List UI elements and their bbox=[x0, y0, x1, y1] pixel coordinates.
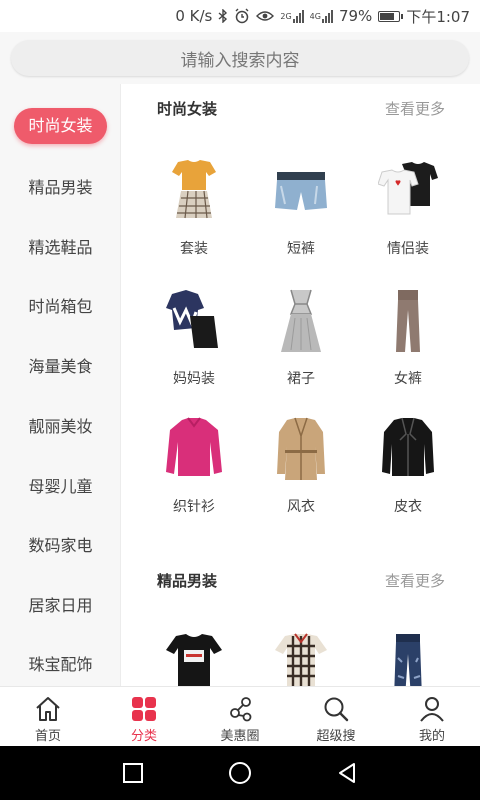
home-icon bbox=[36, 697, 60, 721]
sidebar-item-women[interactable]: 时尚女装 bbox=[0, 106, 121, 146]
category-grid-icon bbox=[132, 697, 156, 721]
share-circle-icon bbox=[230, 697, 252, 722]
see-more-link[interactable]: 查看更多 bbox=[385, 98, 445, 119]
category-item-jeans[interactable] bbox=[354, 632, 462, 686]
search-input[interactable]: 请输入搜索内容 bbox=[11, 40, 469, 76]
bottom-tab-bar: 首页 分类 美惠圈 超级搜 我的 bbox=[0, 686, 480, 746]
sidebar-item-food[interactable]: 海量美食 bbox=[0, 345, 121, 385]
outfit-set-icon bbox=[164, 158, 224, 228]
sidebar-item-shoes[interactable]: 精选鞋品 bbox=[0, 226, 121, 266]
tab-mine[interactable]: 我的 bbox=[384, 687, 480, 746]
category-item-mom[interactable]: 妈妈装 bbox=[140, 288, 248, 398]
sidebar-item-jewelry[interactable]: 珠宝配饰 bbox=[0, 643, 121, 683]
recent-apps-button[interactable] bbox=[119, 759, 147, 787]
back-button[interactable] bbox=[333, 759, 361, 787]
item-label: 女裤 bbox=[394, 371, 422, 387]
home-button[interactable] bbox=[226, 759, 254, 787]
tab-home[interactable]: 首页 bbox=[0, 687, 96, 746]
category-item-plaid-shirt[interactable] bbox=[247, 632, 355, 686]
item-label: 风衣 bbox=[287, 499, 315, 515]
bluetooth-icon bbox=[218, 9, 228, 23]
trousers-icon bbox=[378, 288, 438, 358]
category-item-trousers[interactable]: 女裤 bbox=[354, 288, 462, 398]
signal-4g-icon: 4G bbox=[310, 9, 333, 23]
category-item-couple[interactable]: 情侣装 bbox=[354, 158, 462, 268]
item-label: 皮衣 bbox=[394, 499, 422, 515]
alarm-icon bbox=[234, 8, 250, 24]
sidebar-item-bags[interactable]: 时尚箱包 bbox=[0, 285, 121, 325]
category-item-leather[interactable]: 皮衣 bbox=[354, 416, 462, 526]
item-label: 情侣装 bbox=[387, 241, 429, 257]
dress-icon bbox=[271, 288, 331, 358]
circle-icon bbox=[228, 762, 251, 784]
status-bar: 0 K/s 2G 4G 79% 下午1:07 bbox=[0, 0, 480, 32]
clock: 下午1:07 bbox=[406, 7, 470, 26]
category-item-outfit-set[interactable]: 套装 bbox=[140, 158, 248, 268]
user-icon bbox=[420, 697, 444, 722]
battery-percent: 79% bbox=[338, 7, 373, 25]
category-item-tshirt[interactable] bbox=[140, 632, 248, 686]
signal-2g-icon: 2G bbox=[280, 9, 304, 23]
sidebar-item-men[interactable]: 精品男装 bbox=[0, 166, 121, 206]
category-content: 时尚女装 查看更多 套装 短裤 情侣装 妈妈装 裙子 女裤 织针衫 风衣 皮衣 … bbox=[121, 84, 480, 686]
network-speed: 0 K/s bbox=[175, 7, 213, 25]
sidebar-item-beauty[interactable]: 靓丽美妆 bbox=[0, 405, 121, 445]
category-sidebar: 时尚女装 精品男装 精选鞋品 时尚箱包 海量美食 靓丽美妆 母婴儿童 数码家电 … bbox=[0, 84, 121, 686]
tab-circle[interactable]: 美惠圈 bbox=[192, 687, 288, 746]
category-item-dress[interactable]: 裙子 bbox=[247, 288, 355, 398]
trench-coat-icon bbox=[271, 416, 331, 486]
search-placeholder: 请输入搜索内容 bbox=[180, 50, 300, 71]
sweater-icon bbox=[164, 416, 224, 486]
eye-icon bbox=[256, 10, 275, 22]
item-label: 裙子 bbox=[287, 371, 315, 387]
search-icon bbox=[324, 697, 349, 722]
square-icon bbox=[123, 763, 144, 783]
item-label: 短裤 bbox=[287, 241, 315, 257]
jeans-icon bbox=[378, 632, 438, 686]
section-title: 时尚女装 bbox=[157, 100, 218, 118]
item-label: 织针衫 bbox=[173, 499, 215, 515]
couple-tshirts-icon bbox=[377, 158, 438, 228]
item-label: 套装 bbox=[180, 241, 208, 257]
tab-super-search[interactable]: 超级搜 bbox=[288, 687, 384, 746]
mom-outfit-icon bbox=[164, 288, 224, 358]
back-triangle-icon bbox=[338, 763, 355, 783]
shorts-icon bbox=[271, 158, 331, 228]
sidebar-item-home[interactable]: 居家日用 bbox=[0, 584, 121, 624]
search-bar: 请输入搜索内容 bbox=[0, 32, 480, 84]
category-item-sweater[interactable]: 织针衫 bbox=[140, 416, 248, 526]
category-item-trench[interactable]: 风衣 bbox=[247, 416, 355, 526]
item-label: 妈妈装 bbox=[173, 371, 215, 387]
tshirt-icon bbox=[164, 632, 224, 686]
plaid-shirt-icon bbox=[271, 632, 331, 686]
sidebar-item-digital[interactable]: 数码家电 bbox=[0, 524, 121, 564]
see-more-link[interactable]: 查看更多 bbox=[385, 570, 445, 591]
battery-icon bbox=[378, 10, 404, 22]
tab-category[interactable]: 分类 bbox=[96, 687, 192, 746]
sidebar-item-baby[interactable]: 母婴儿童 bbox=[0, 465, 121, 505]
leather-jacket-icon bbox=[378, 416, 438, 486]
system-nav-bar bbox=[0, 746, 480, 800]
section-title: 精品男装 bbox=[157, 572, 218, 590]
category-item-shorts[interactable]: 短裤 bbox=[247, 158, 355, 268]
